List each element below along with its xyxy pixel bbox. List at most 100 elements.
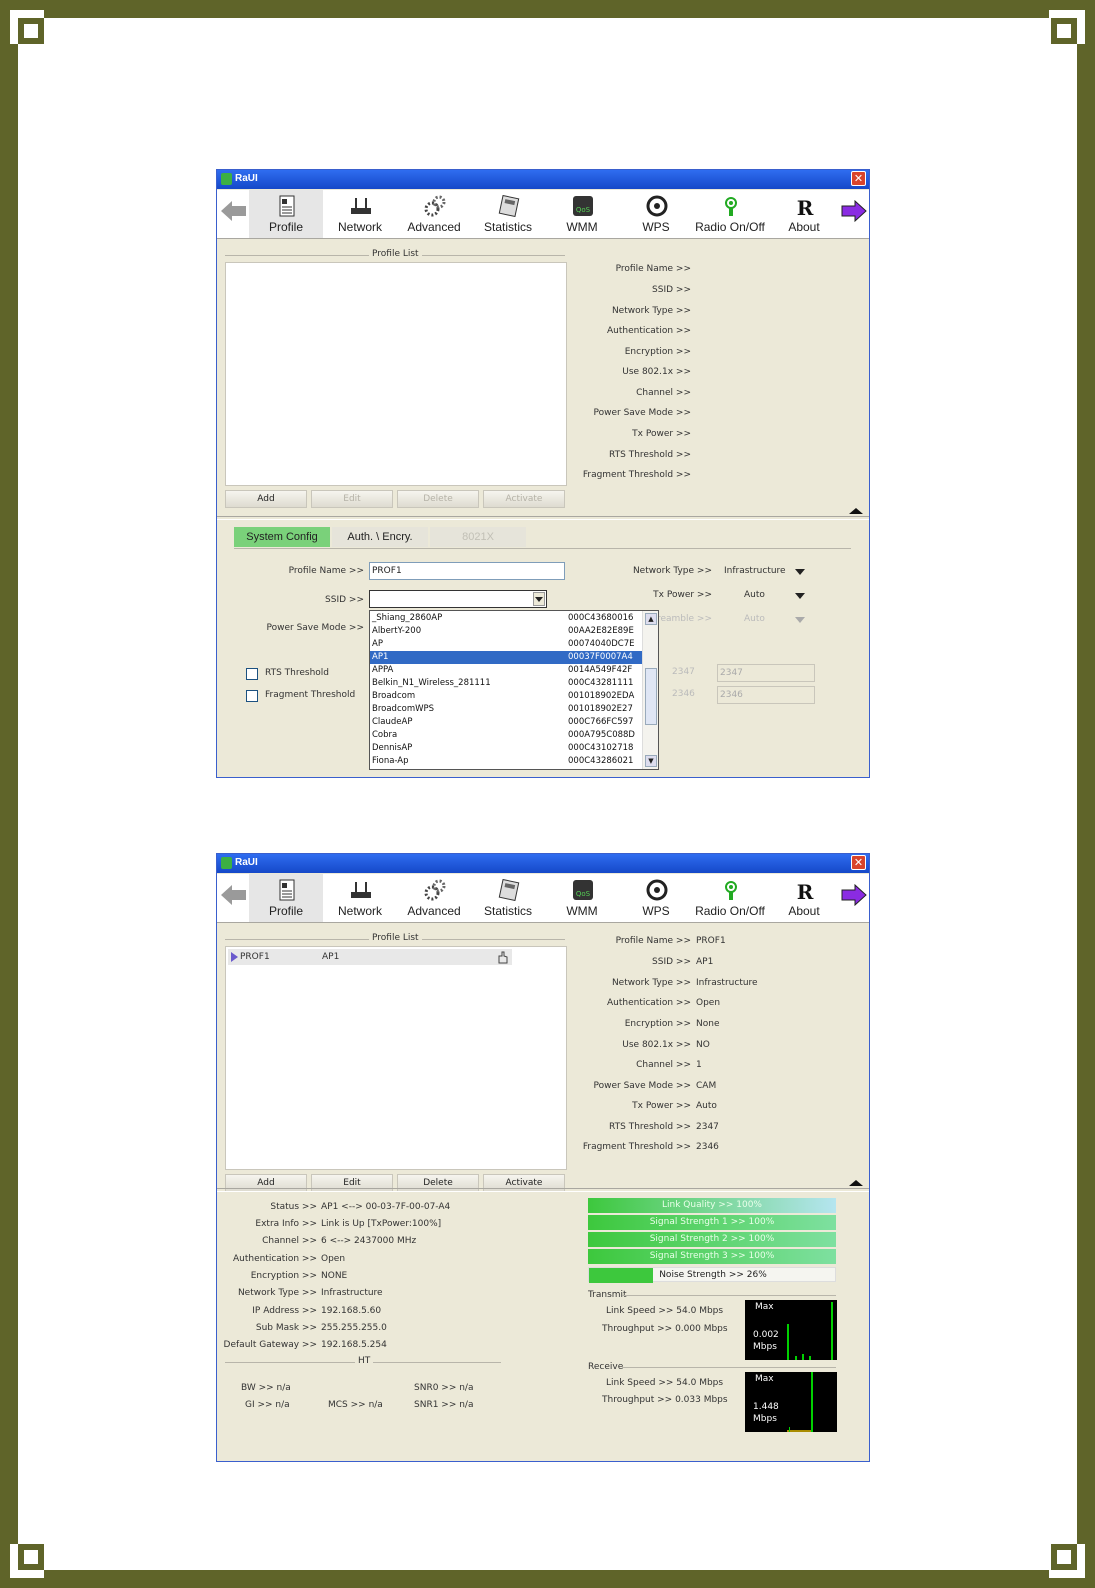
scroll-up-icon[interactable]: ▲: [645, 613, 657, 625]
ssid-option[interactable]: Broadcom 001018902EDA: [370, 690, 644, 703]
ssid-option[interactable]: AP 00074040DC7E: [370, 638, 644, 651]
tab-auth-encry[interactable]: Auth. \ Encry.: [332, 527, 428, 547]
ssid-option[interactable]: DennisAP 000C43102718: [370, 742, 644, 755]
signal-strength-1-bar: Signal Strength 1 >> 100%: [588, 1215, 836, 1230]
detail-label: Fragment Threshold >>: [582, 470, 691, 480]
transmit-chart-bar: [831, 1302, 833, 1360]
tx-power-select[interactable]: Auto: [744, 590, 765, 600]
toolbar-profile[interactable]: Profile: [249, 874, 323, 922]
ht-bw: BW >> n/a: [241, 1383, 291, 1393]
transmit-chart-value: 0.002: [753, 1330, 779, 1340]
toolbar-label: Radio On/Off: [695, 220, 765, 234]
close-button[interactable]: ✕: [851, 855, 866, 870]
toolbar-label: Network: [337, 220, 382, 234]
profile-row-ssid: AP1: [322, 952, 340, 962]
app-icon: [221, 857, 232, 869]
fragment-threshold-checkbox[interactable]: [246, 690, 258, 702]
activate-button[interactable]: Activate: [483, 490, 565, 508]
scroll-thumb[interactable]: [645, 668, 657, 725]
ssid-option-name: Cobra: [372, 730, 398, 740]
detail-label: Encryption >>: [624, 347, 691, 357]
ssid-option[interactable]: Cobra 000A795C088D: [370, 729, 644, 742]
close-button[interactable]: ✕: [851, 171, 866, 186]
profile-name-input[interactable]: PROF1: [369, 562, 565, 580]
delete-button[interactable]: Delete: [397, 490, 479, 508]
ssid-option[interactable]: BroadcomWPS 001018902E27: [370, 703, 644, 716]
toolbar-advanced[interactable]: Advanced: [397, 190, 471, 238]
link-quality-text: Link Quality >> 100%: [662, 1200, 762, 1210]
forward-arrow-icon[interactable]: [841, 200, 867, 222]
toolbar-network[interactable]: Network: [323, 874, 397, 922]
ssid-option-name: ClaudeAP: [372, 717, 413, 727]
rts-threshold-input[interactable]: 2347: [717, 664, 815, 682]
toolbar-profile[interactable]: Profile: [249, 190, 323, 238]
network-type-select[interactable]: Infrastructure: [724, 566, 786, 576]
profile-row-name: PROF1: [240, 952, 270, 962]
profile-list[interactable]: PROF1 AP1: [225, 946, 567, 1170]
status-label: Default Gateway >>: [223, 1340, 317, 1350]
dropdown-scrollbar[interactable]: ▲ ▼: [642, 611, 658, 769]
detail-value: NO: [696, 1040, 710, 1050]
ssid-combobox[interactable]: [369, 590, 547, 608]
connected-hand-icon: [498, 951, 508, 964]
ssid-option-selected[interactable]: AP1 00037F0007A4: [370, 651, 644, 664]
toolbar-about[interactable]: R About: [767, 874, 841, 922]
toolbar-network[interactable]: Network: [323, 190, 397, 238]
ssid-dropdown-list[interactable]: _Shiang_2860AP 000C43680016 AlbertY-200 00…: [369, 610, 659, 770]
ssid-option[interactable]: ClaudeAP 000C766FC597: [370, 716, 644, 729]
back-arrow-icon[interactable]: [221, 200, 247, 222]
profile-row[interactable]: PROF1 AP1: [228, 949, 512, 965]
toolbar-wmm[interactable]: QoS WMM: [545, 874, 619, 922]
toolbar-wps[interactable]: WPS: [619, 874, 693, 922]
tab-8021x[interactable]: 8021X: [430, 527, 526, 547]
back-arrow-icon[interactable]: [221, 884, 247, 906]
status-value: 192.168.5.60: [321, 1306, 382, 1316]
signal-strength-3-bar: Signal Strength 3 >> 100%: [588, 1249, 836, 1264]
detail-label: Power Save Mode >>: [593, 408, 692, 418]
network-router-icon: [351, 198, 371, 214]
detail-label: Use 802.1x >>: [622, 367, 691, 377]
ssid-option-mac: 001018902EDA: [568, 691, 635, 701]
detail-label: Tx Power >>: [632, 429, 691, 439]
add-button[interactable]: Add: [225, 490, 307, 508]
ssid-label: SSID >>: [325, 595, 364, 605]
forward-arrow-icon[interactable]: [841, 884, 867, 906]
receive-chart: Max 1.448 Mbps: [745, 1372, 837, 1432]
ssid-dropdown-button[interactable]: [533, 592, 545, 606]
profile-icon: [279, 195, 295, 217]
toolbar-radio[interactable]: Radio On/Off: [693, 874, 767, 922]
toolbar-advanced[interactable]: Advanced: [397, 874, 471, 922]
scroll-down-icon[interactable]: ▼: [645, 755, 657, 767]
ssid-option[interactable]: Belkin_N1_Wireless_281111 000C43281111: [370, 677, 644, 690]
collapse-arrow-icon[interactable]: [849, 508, 863, 514]
detail-label: Authentication >>: [606, 998, 691, 1008]
status-label: Authentication >>: [232, 1254, 317, 1264]
toolbar-wmm[interactable]: QoS WMM: [545, 190, 619, 238]
toolbar-wps[interactable]: WPS: [619, 190, 693, 238]
toolbar-label: About: [788, 220, 820, 234]
tab-system-config[interactable]: System Config: [234, 527, 330, 547]
profile-name-label: Profile Name >>: [288, 566, 364, 576]
toolbar-about[interactable]: R About: [767, 190, 841, 238]
toolbar-radio[interactable]: Radio On/Off: [693, 190, 767, 238]
ssid-option[interactable]: APPA 0014A549F42F: [370, 664, 644, 677]
power-save-label: Power Save Mode >>: [266, 623, 365, 633]
rts-threshold-checkbox[interactable]: [246, 668, 258, 680]
fragment-threshold-input[interactable]: 2346: [717, 686, 815, 704]
tx-power-dropdown-icon[interactable]: [795, 593, 805, 599]
toolbar-statistics[interactable]: Statistics: [471, 190, 545, 238]
signal-strength-2-bar: Signal Strength 2 >> 100%: [588, 1232, 836, 1247]
ssid-option-name: APPA: [372, 665, 394, 675]
network-type-dropdown-icon[interactable]: [795, 569, 805, 575]
ssid-option[interactable]: AlbertY-200 00AA2E82E89E: [370, 625, 644, 638]
ht-mcs: MCS >> n/a: [328, 1400, 383, 1410]
edit-button[interactable]: Edit: [311, 490, 393, 508]
transmit-chart-max: Max: [755, 1302, 774, 1312]
ssid-option[interactable]: Fiona-Ap 000C43286021: [370, 755, 644, 768]
signal-strength-1-text: Signal Strength 1 >> 100%: [649, 1217, 775, 1227]
status-value: 6 <--> 2437000 MHz: [321, 1236, 417, 1246]
ssid-option[interactable]: _Shiang_2860AP 000C43680016: [370, 612, 644, 625]
profile-list[interactable]: [225, 262, 567, 486]
toolbar-statistics[interactable]: Statistics: [471, 874, 545, 922]
collapse-arrow-icon[interactable]: [849, 1180, 863, 1186]
